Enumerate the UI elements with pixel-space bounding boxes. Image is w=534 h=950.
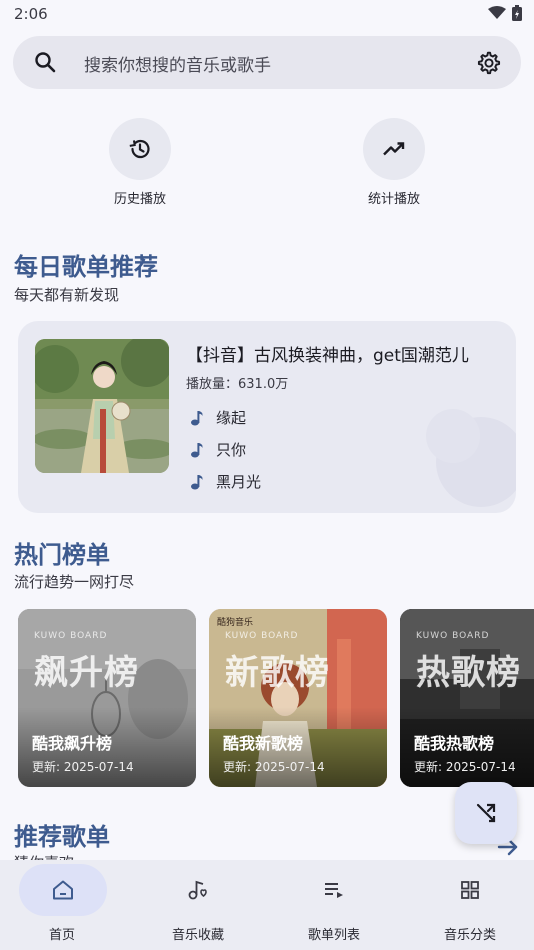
shuffle-icon [476, 803, 496, 823]
rank-card-hot[interactable]: KUWO BOARD 热歌榜 酷我热歌榜 更新: 2025-07-14 [400, 609, 534, 787]
daily-song-item[interactable]: 只你 [190, 439, 246, 460]
recommend-section-subtitle: 猜你喜欢 [14, 852, 74, 860]
search-input[interactable]: 搜索你想搜的音乐或歌手 [84, 51, 271, 76]
nav-pill-categories[interactable] [426, 864, 514, 916]
stats-play-button[interactable]: 统计播放 [329, 118, 459, 208]
history-icon [129, 139, 150, 159]
nav-label-playlists: 歌单列表 [307, 928, 360, 943]
recommend-section-title: 推荐歌单 [14, 823, 110, 851]
search-bar[interactable]: 搜索你想搜的音乐或歌手 [13, 36, 521, 89]
rank-update-label: 更新: [223, 760, 252, 774]
plays-label: 播放量： [186, 377, 239, 392]
rank-name: 酷我新歌榜 [223, 734, 304, 753]
daily-section-subtitle: 每天都有新发现 [14, 286, 120, 304]
rank-name: 酷我热歌榜 [414, 734, 495, 753]
daily-playlist-title[interactable]: 【抖音】古风换装神曲，get国潮范儿 [186, 341, 469, 366]
nav-label-categories: 音乐分类 [443, 928, 496, 943]
category-grid-icon [461, 881, 479, 899]
daily-playlist-cover[interactable] [35, 339, 169, 473]
rank-big-title: 飙升榜 [34, 653, 139, 693]
hot-section-title: 热门榜单 [14, 541, 110, 569]
rank-update-date: 更新: 2025-07-14 [414, 758, 516, 775]
daily-song-title: 只你 [216, 441, 247, 459]
nav-item-music-favorites[interactable]: 音乐收藏 [131, 860, 265, 950]
playlist-icon [325, 883, 343, 898]
history-play-circle[interactable] [109, 118, 171, 180]
rank-update-date: 更新: 2025-07-14 [223, 758, 325, 775]
nav-label-favorites: 音乐收藏 [171, 928, 224, 943]
rank-date-value: 2025-07-14 [63, 760, 134, 774]
daily-song-title: 缘起 [216, 409, 247, 427]
history-play-label: 历史播放 [113, 192, 166, 207]
battery-icon [512, 5, 522, 21]
daily-section-title: 每日歌单推荐 [14, 253, 158, 281]
nav-item-categories[interactable]: 音乐分类 [403, 860, 534, 950]
rank-card-soaring[interactable]: KUWO BOARD 飙升榜 酷我飙升榜 更新: 2025-07-14 [18, 609, 196, 787]
nav-item-home[interactable]: 首页 [0, 860, 134, 950]
rank-name: 酷我飙升榜 [32, 734, 113, 753]
music-note-icon [191, 442, 203, 457]
hot-section-subtitle: 流行趋势一网打尽 [14, 573, 135, 591]
shuffle-play-button[interactable] [455, 782, 517, 844]
rank-big-title: 新歌榜 [225, 653, 330, 693]
rank-update-label: 更新: [414, 760, 443, 774]
stats-play-label: 统计播放 [367, 192, 420, 207]
card-decoration [426, 409, 480, 463]
daily-song-item[interactable]: 黑月光 [190, 471, 261, 492]
rank-date-value: 2025-07-14 [254, 760, 325, 774]
daily-playlist-card[interactable]: 【抖音】古风换装神曲，get国潮范儿 播放量：631.0万 缘起 只你 黑月光 [18, 321, 516, 513]
music-note-icon [191, 410, 203, 425]
rank-card-new[interactable]: 酷狗音乐 KUWO BOARD 新歌榜 酷我新歌榜 更新: 2025-07-14 [209, 609, 387, 787]
nav-pill-playlists[interactable] [290, 864, 378, 916]
stats-play-circle[interactable] [363, 118, 425, 180]
plays-value: 631.0万 [238, 377, 289, 392]
daily-song-item[interactable]: 缘起 [190, 407, 246, 428]
nav-pill-home[interactable] [19, 864, 107, 916]
status-icons [488, 5, 522, 21]
music-note-icon [191, 474, 203, 489]
nav-pill-favorites[interactable] [154, 864, 242, 916]
daily-playlist-plays: 播放量：631.0万 [186, 373, 288, 392]
history-play-button[interactable]: 历史播放 [75, 118, 205, 208]
rank-big-title: 热歌榜 [416, 653, 521, 693]
music-favorite-icon [188, 880, 207, 900]
cover-image [35, 339, 169, 473]
rank-update-label: 更新: [32, 760, 61, 774]
rank-board-label: KUWO BOARD [416, 631, 490, 641]
bottom-navigation: 首页 音乐收藏 歌单列表 音乐分类 [0, 860, 534, 950]
home-icon [53, 880, 73, 900]
status-time: 2:06 [14, 5, 48, 23]
nav-item-playlists[interactable]: 歌单列表 [267, 860, 401, 950]
status-bar: 2:06 [0, 0, 534, 28]
rank-date-value: 2025-07-14 [445, 760, 516, 774]
settings-gear-icon[interactable] [476, 50, 502, 76]
rank-tag: 酷狗音乐 [217, 618, 254, 628]
daily-song-title: 黑月光 [216, 473, 262, 491]
trending-up-icon [383, 142, 405, 156]
search-icon [35, 52, 56, 73]
rank-update-date: 更新: 2025-07-14 [32, 758, 134, 775]
rank-board-label: KUWO BOARD [225, 631, 299, 641]
wifi-icon [488, 6, 506, 19]
rank-board-label: KUWO BOARD [34, 631, 108, 641]
nav-label-home: 首页 [49, 928, 76, 943]
